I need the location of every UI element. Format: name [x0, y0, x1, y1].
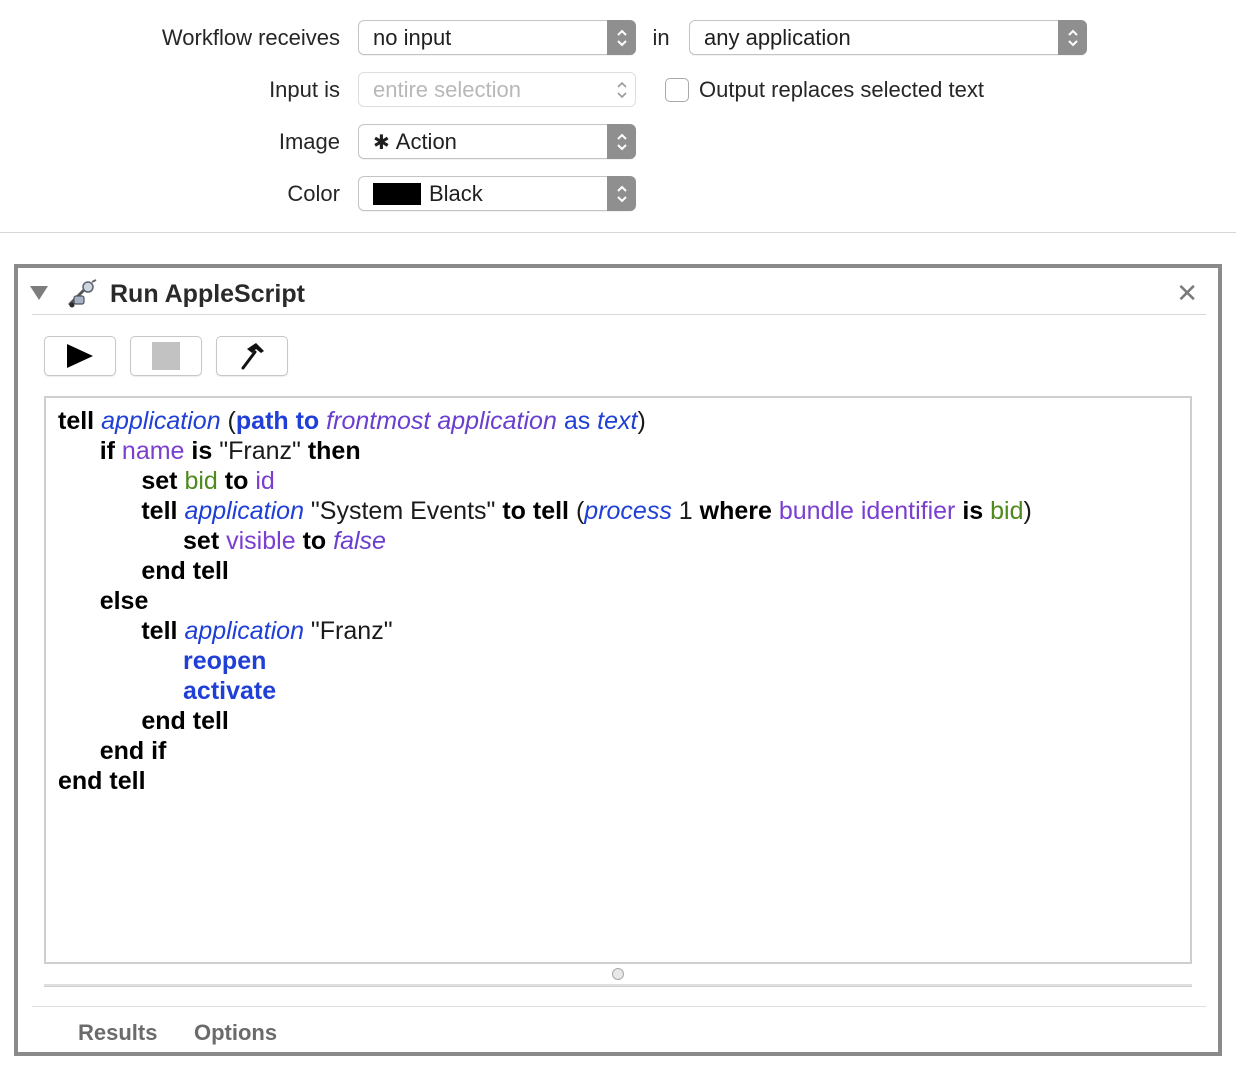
updown-chevron-icon [607, 20, 636, 55]
color-value: Black [429, 181, 483, 206]
code-line: end tell [141, 707, 229, 735]
code-line: end tell [141, 557, 229, 585]
run-button[interactable] [44, 336, 116, 376]
script-editor[interactable]: tell application (path to frontmost appl… [44, 396, 1192, 964]
application-popup[interactable]: any application [689, 20, 1087, 55]
code-line: end tell [58, 767, 146, 795]
disclosure-triangle-icon[interactable] [30, 286, 48, 300]
workflow-receives-value: no input [373, 25, 452, 50]
code-line: set bid to id [141, 467, 275, 495]
hammer-icon [241, 343, 264, 370]
output-replaces-label: Output replaces selected text [699, 77, 984, 102]
input-is-label: Input is [269, 77, 340, 102]
play-icon [67, 344, 93, 368]
resize-handle[interactable] [612, 968, 624, 980]
workflow-settings: Workflow receives no input in any applic… [0, 0, 1236, 232]
code-line: reopen [183, 647, 267, 675]
input-is-popup[interactable]: entire selection [358, 72, 636, 107]
in-label: in [652, 25, 670, 50]
action-title: Run AppleScript [110, 280, 305, 308]
workflow-receives-popup[interactable]: no input [358, 20, 636, 55]
code-line: tell application "Franz" [141, 617, 393, 645]
code-line: else [99, 587, 149, 615]
code-line: tell application (path to frontmost appl… [58, 407, 646, 435]
code-line: tell application "System Events" to tell… [141, 497, 1032, 525]
compile-button[interactable] [216, 336, 288, 376]
code-line: if name is "Franz" then [99, 437, 361, 465]
robot-icon [66, 278, 98, 310]
image-popup[interactable]: ✱ Action [358, 124, 636, 159]
updown-chevron-icon [607, 176, 636, 211]
output-replaces-checkbox[interactable] [665, 78, 689, 102]
image-value: Action [395, 129, 457, 154]
settings-divider [0, 232, 1236, 233]
run-applescript-action: Run AppleScript ✕ tell application (path… [14, 264, 1222, 1056]
script-code[interactable]: tell application (path to frontmost appl… [58, 406, 1032, 796]
image-label: Image [278, 129, 340, 154]
updown-chevron-icon [1058, 20, 1087, 55]
color-swatch [373, 183, 421, 205]
tab-options[interactable]: Options [194, 1020, 277, 1046]
stop-icon [152, 342, 180, 370]
footer-divider [32, 1006, 1206, 1007]
updown-chevron-icon [607, 124, 636, 159]
tab-results[interactable]: Results [78, 1020, 157, 1046]
code-line: activate [183, 677, 277, 705]
application-value: any application [704, 25, 851, 50]
stop-button[interactable] [130, 336, 202, 376]
code-line: end if [99, 737, 167, 765]
editor-resize-bar[interactable] [44, 984, 1192, 987]
updown-chevron-icon [607, 72, 636, 107]
input-is-value: entire selection [373, 77, 521, 102]
code-line: set visible to false [183, 527, 386, 555]
header-divider [32, 314, 1206, 315]
color-popup[interactable]: Black [358, 176, 636, 211]
close-icon[interactable]: ✕ [1176, 278, 1198, 308]
workflow-receives-label: Workflow receives [161, 25, 340, 50]
color-label: Color [287, 181, 340, 206]
gear-icon: ✱ [373, 132, 390, 154]
